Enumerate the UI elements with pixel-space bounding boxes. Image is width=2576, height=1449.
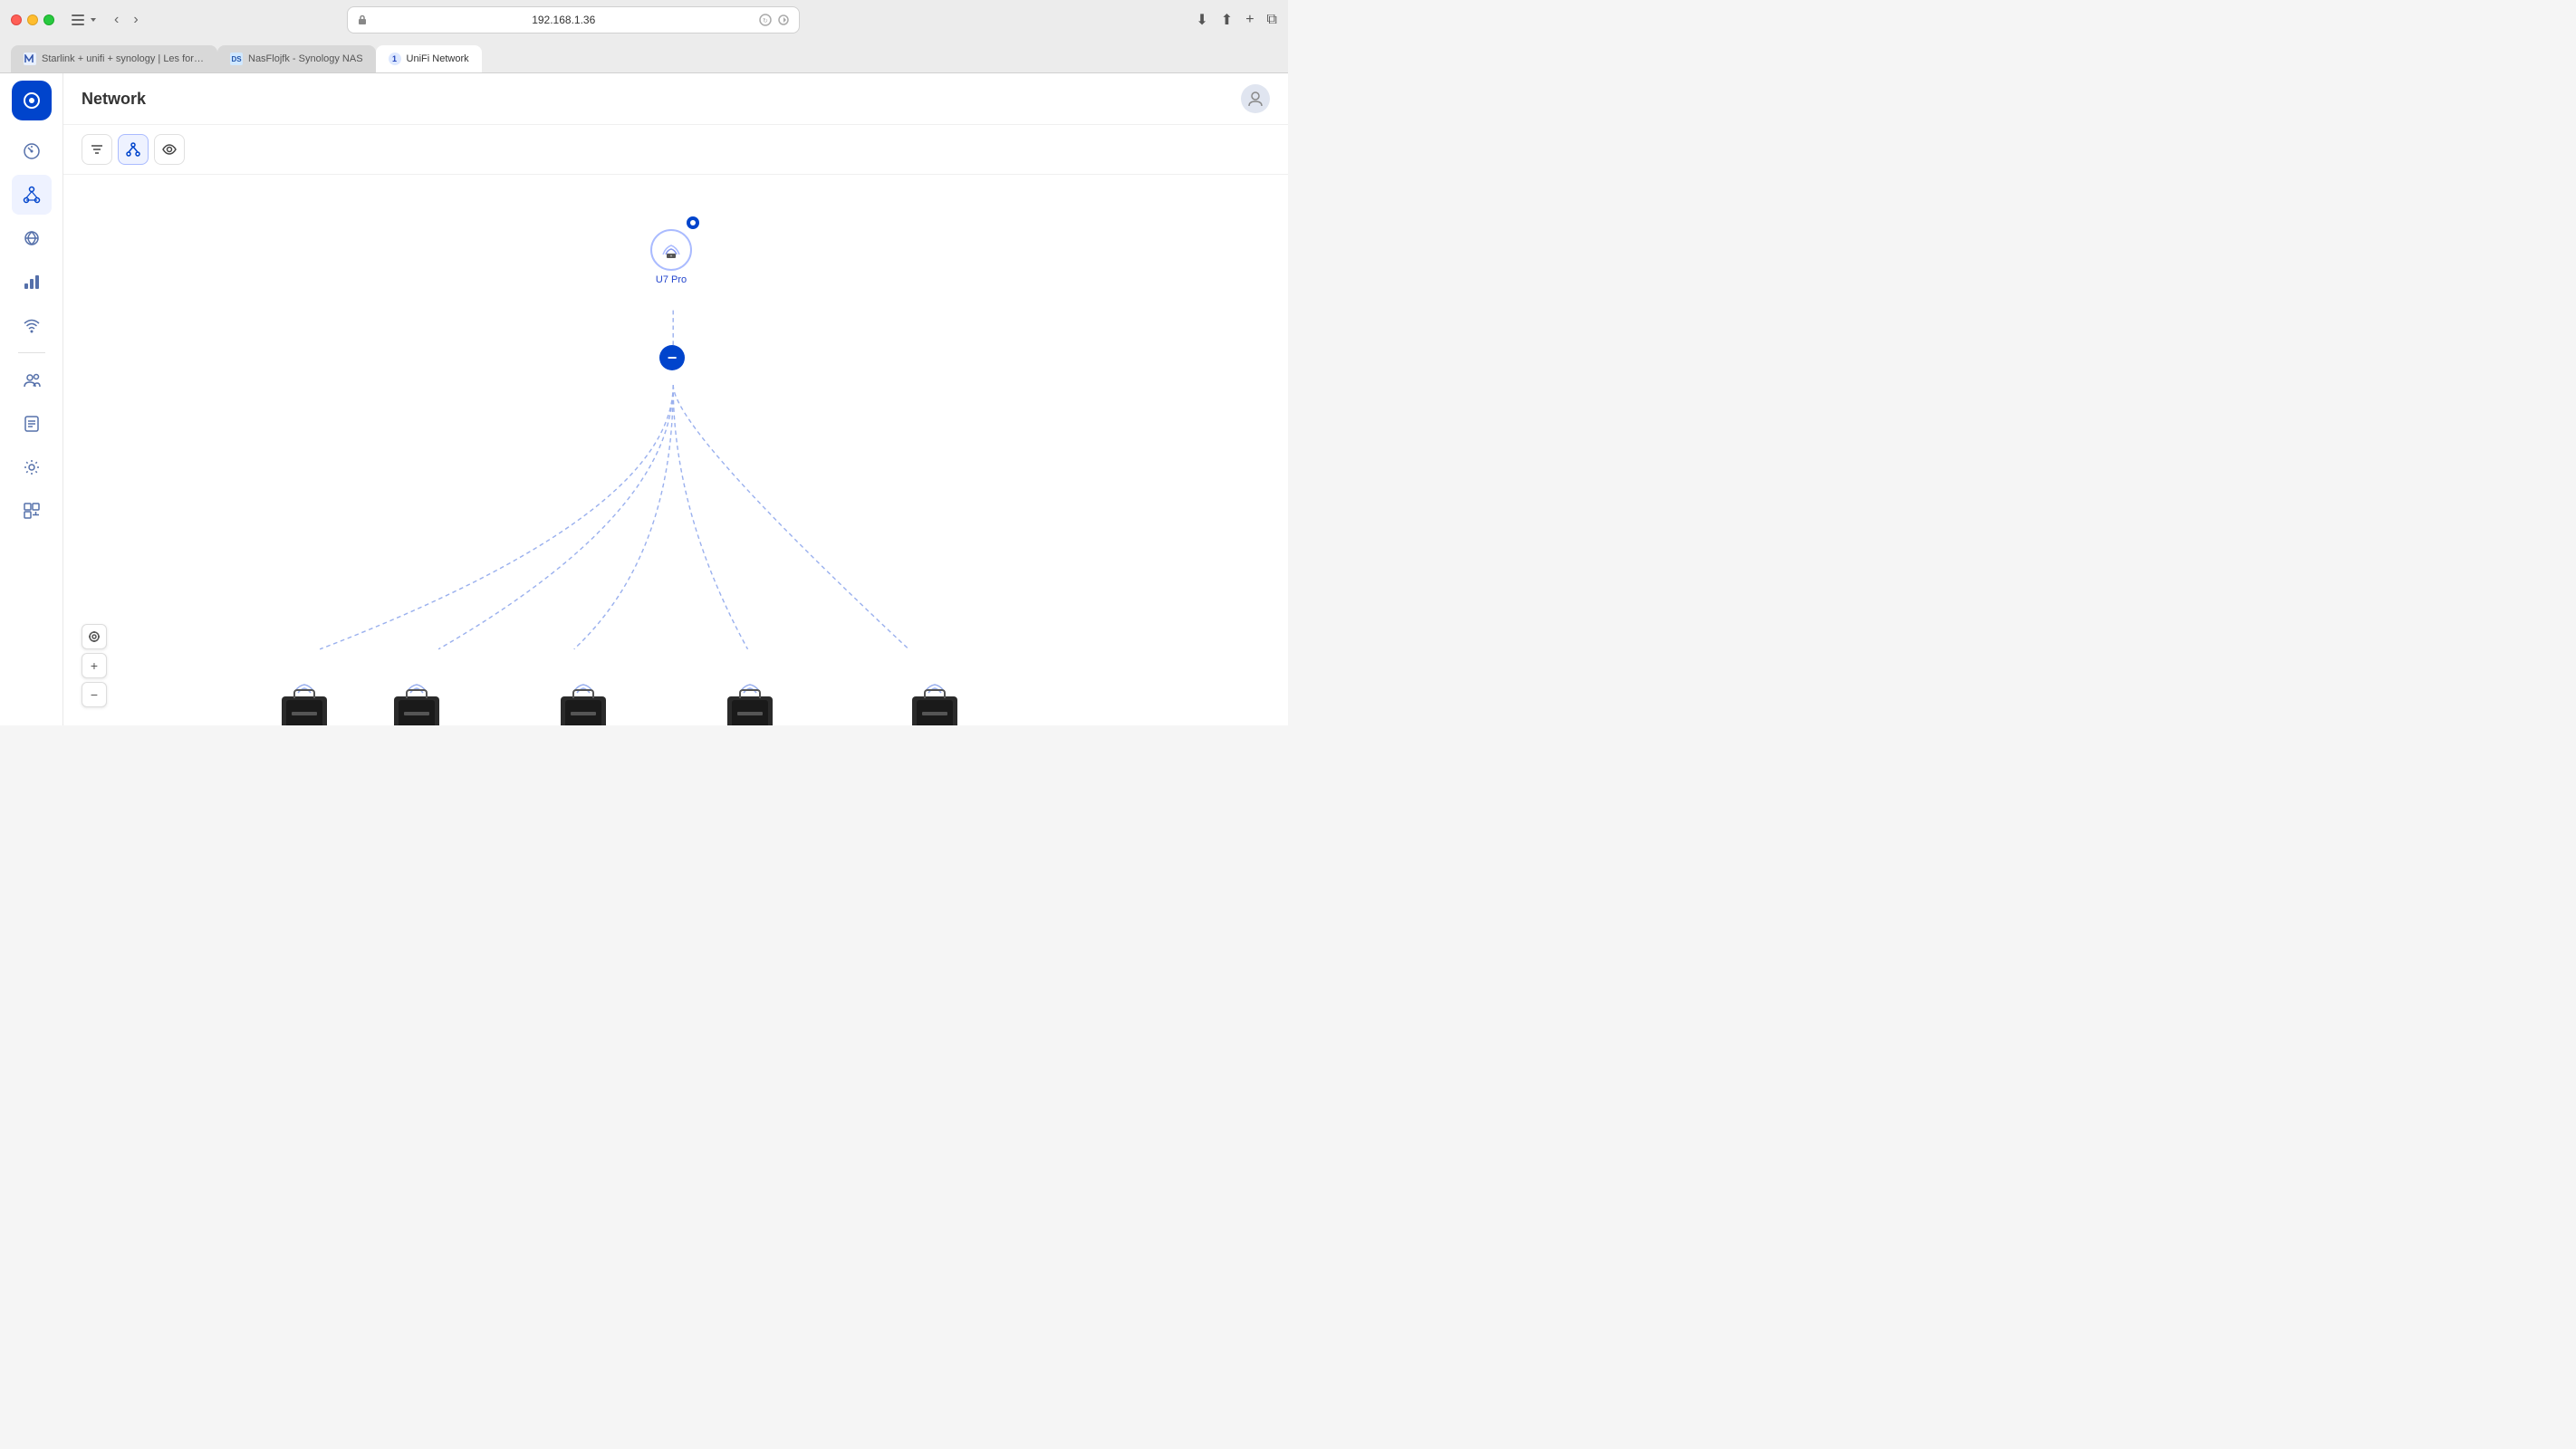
lock-icon xyxy=(357,14,368,25)
dashboard-icon xyxy=(23,142,41,160)
locate-button[interactable] xyxy=(82,624,107,649)
map-controls: + − xyxy=(82,624,107,707)
stats-icon xyxy=(23,273,41,291)
sidebar-item-wifi[interactable] xyxy=(12,305,52,345)
router-label: U7 Pro xyxy=(656,274,687,285)
header-right xyxy=(1241,84,1270,113)
device-node-homepods-chambre[interactable]: HomePods Chambre 96 % xyxy=(258,682,351,725)
router-icon-circle[interactable] xyxy=(650,229,692,271)
forward-button[interactable]: › xyxy=(128,10,143,30)
device-icon-0 xyxy=(282,696,327,725)
layout-icon xyxy=(126,142,140,157)
back-button[interactable]: ‹ xyxy=(109,10,124,30)
new-tab-button[interactable]: + xyxy=(1245,11,1254,29)
wifi-icon xyxy=(23,316,41,334)
devices-icon xyxy=(23,229,41,247)
sidebar-toggle[interactable] xyxy=(71,13,98,27)
router-status-badge xyxy=(687,216,699,229)
tabs-overview-button[interactable]: ⧉ xyxy=(1267,11,1277,29)
tab-mg[interactable]: Starlink + unifi + synology | Les forums… xyxy=(11,45,217,72)
sidebar-item-devices[interactable] xyxy=(12,218,52,258)
sidebar-item-users[interactable] xyxy=(12,360,52,400)
zoom-out-icon: − xyxy=(91,687,98,702)
settings-icon xyxy=(23,458,41,476)
collapse-button[interactable]: − xyxy=(659,345,685,370)
view-icon xyxy=(162,142,177,157)
topology-canvas[interactable]: U7 Pro − xyxy=(63,175,1288,725)
dsm-favicon: DS xyxy=(230,53,243,65)
addons-icon xyxy=(23,502,41,520)
minimize-button[interactable] xyxy=(27,14,38,25)
topology-icon xyxy=(23,186,41,204)
tab-unifi[interactable]: 1 UniFi Network xyxy=(376,45,482,72)
device-icon-2 xyxy=(561,696,606,725)
device-node-iphone[interactable]: iPhone 13 Pro 100 % xyxy=(385,682,448,725)
device-node-air-de-marine[interactable]: Air-de-Marine 100 % xyxy=(720,682,781,725)
fullscreen-button[interactable] xyxy=(43,14,54,25)
close-button[interactable] xyxy=(11,14,22,25)
share-icon: ↻ xyxy=(759,14,772,26)
device-node-homepod-entree[interactable]: HomePod Entrée 100 % xyxy=(897,682,973,725)
tab-dsm-label: NasFlojfk - Synology NAS xyxy=(248,53,363,64)
sidebar-item-stats[interactable] xyxy=(12,262,52,302)
svg-text:↻: ↻ xyxy=(763,18,768,24)
device-icon-1 xyxy=(394,696,439,725)
browser-titlebar: ‹ › 192.168.1.36 ↻ ⬇ ⬆ xyxy=(0,0,1288,40)
browser-actions: ⬇ ⬆ + ⧉ xyxy=(1196,11,1277,29)
sidebar-item-logs[interactable] xyxy=(12,404,52,444)
nav-arrows: ‹ › xyxy=(109,10,144,30)
app-container: Network xyxy=(0,73,1288,725)
sidebar-item-dashboard[interactable] xyxy=(12,131,52,171)
sidebar-item-topology[interactable] xyxy=(12,175,52,215)
layout-button[interactable] xyxy=(118,134,149,165)
router-status-icon xyxy=(689,219,697,226)
page-header: Network xyxy=(63,73,1288,125)
share-button[interactable]: ⬆ xyxy=(1221,11,1233,29)
user-avatar[interactable] xyxy=(1241,84,1270,113)
users-icon xyxy=(23,371,41,389)
zoom-in-icon: + xyxy=(91,658,98,673)
sidebar-logo[interactable] xyxy=(12,81,52,120)
mg-favicon xyxy=(24,53,36,65)
sidebar-divider xyxy=(18,352,45,353)
filter-button[interactable] xyxy=(82,134,112,165)
sidebar xyxy=(0,73,63,725)
locate-icon xyxy=(88,630,101,643)
main-content: Network xyxy=(63,73,1288,725)
device-icon-4 xyxy=(912,696,957,725)
unifi-favicon: 1 xyxy=(389,53,401,65)
filter-icon xyxy=(90,142,104,157)
traffic-lights xyxy=(11,14,54,25)
logs-icon xyxy=(23,415,41,433)
router-node[interactable]: U7 Pro xyxy=(650,229,692,285)
download-button[interactable]: ⬇ xyxy=(1196,11,1207,29)
tab-mg-label: Starlink + unifi + synology | Les forums… xyxy=(42,53,205,64)
browser-tabs: Starlink + unifi + synology | Les forums… xyxy=(0,40,1288,72)
sidebar-item-settings[interactable] xyxy=(12,447,52,487)
page-title: Network xyxy=(82,90,146,109)
unifi-logo-icon xyxy=(22,91,42,110)
sidebar-item-addons[interactable] xyxy=(12,491,52,531)
avatar-icon xyxy=(1247,91,1264,107)
tab-unifi-label: UniFi Network xyxy=(407,53,469,64)
device-icon-3 xyxy=(727,696,773,725)
address-bar[interactable]: 192.168.1.36 ↻ xyxy=(347,6,800,34)
reload-icon[interactable] xyxy=(777,14,790,26)
toolbar xyxy=(63,125,1288,175)
view-button[interactable] xyxy=(154,134,185,165)
zoom-in-button[interactable]: + xyxy=(82,653,107,678)
tab-dsm[interactable]: DS NasFlojfk - Synology NAS xyxy=(217,45,376,72)
url-text: 192.168.1.36 xyxy=(373,14,754,26)
zoom-out-button[interactable]: − xyxy=(82,682,107,707)
address-bar-icons: ↻ xyxy=(759,14,790,26)
router-device-icon xyxy=(659,238,683,262)
device-node-homepod-cuisine[interactable]: HomePod Cuisine 100 % xyxy=(543,682,624,725)
